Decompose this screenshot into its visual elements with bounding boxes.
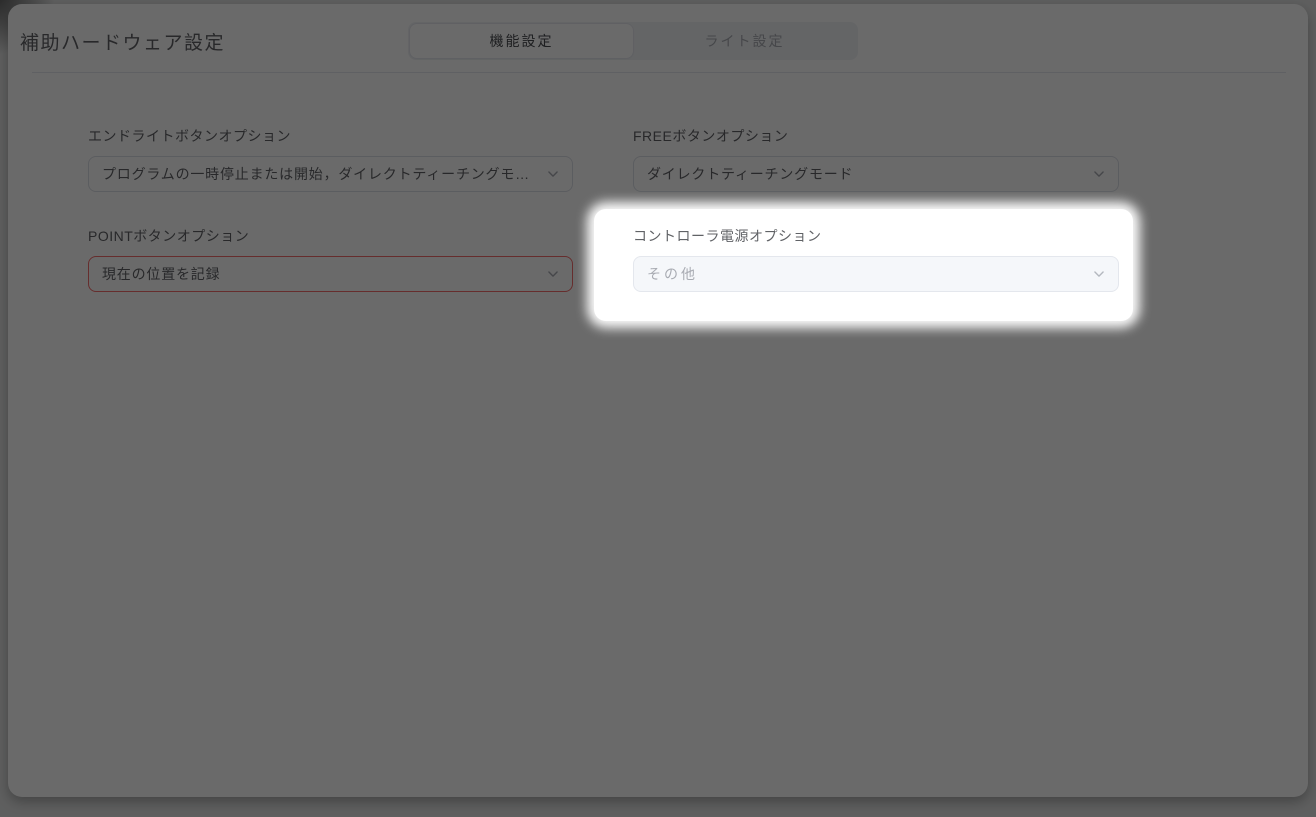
field-label: コントローラ電源オプション [633,228,822,244]
form-field-controller-power-spotlight: コントローラ電源オプション その他 [594,209,1133,321]
select-value: その他 [647,266,698,282]
controller-power-option-select[interactable]: その他 [633,256,1119,292]
chevron-down-icon [1092,267,1106,281]
dim-overlay-mask [0,0,1316,817]
